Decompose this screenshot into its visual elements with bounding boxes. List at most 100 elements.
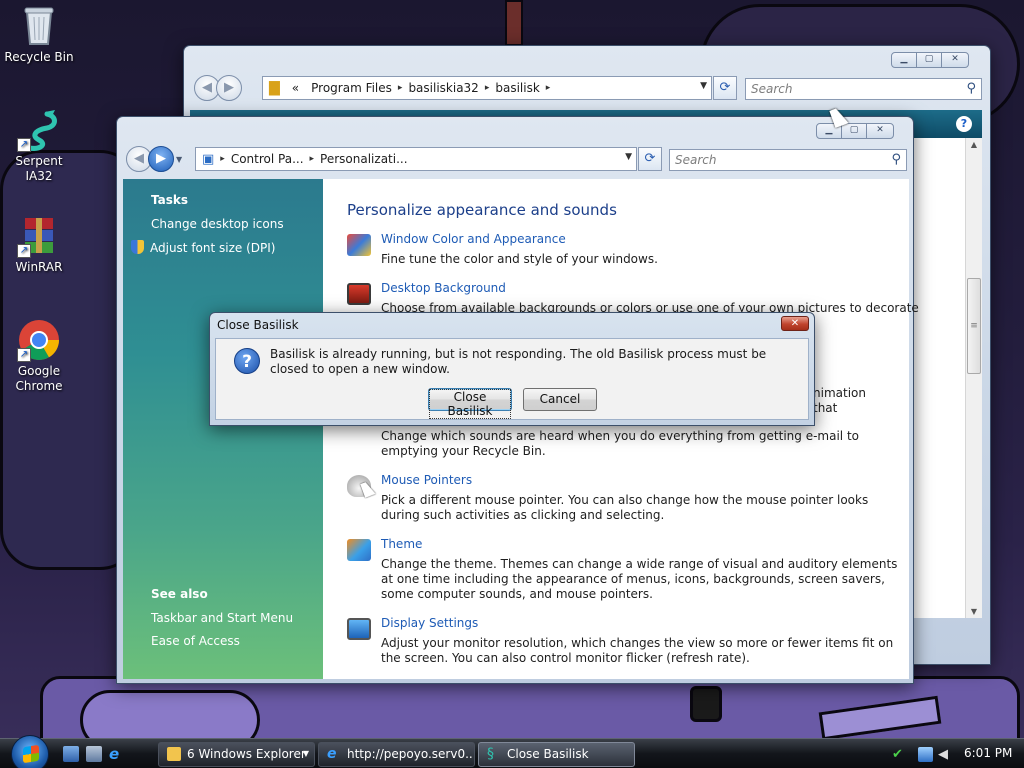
scroll-thumb[interactable]: ≡ <box>967 278 981 374</box>
window-caption-buttons: ▁ ▢ ✕ <box>891 52 969 68</box>
tasks-heading: Tasks <box>151 193 189 207</box>
desktop-icon-recycle-bin[interactable]: Recycle Bin <box>1 4 77 65</box>
network-icon[interactable] <box>918 747 933 762</box>
start-button[interactable] <box>11 735 49 768</box>
breadcrumb-program-files[interactable]: Program Files <box>305 81 398 95</box>
close-button[interactable]: ✕ <box>941 52 969 68</box>
search-placeholder: Search <box>751 82 793 96</box>
task-change-desktop-icons[interactable]: Change desktop icons <box>151 217 311 231</box>
serpent-icon: § <box>487 746 494 762</box>
clock[interactable]: 6:01 PM <box>964 746 1012 760</box>
dialog-title: Close Basilisk <box>217 318 299 332</box>
internet-explorer-icon[interactable]: e <box>109 746 125 762</box>
link-desktop-background[interactable]: Desktop Background <box>381 281 506 295</box>
link-window-color-appearance[interactable]: Window Color and Appearance <box>381 232 566 246</box>
breadcrumb-basilisk[interactable]: basilisk <box>489 81 545 95</box>
link-theme[interactable]: Theme <box>381 537 422 551</box>
scroll-down-arrow[interactable]: ▼ <box>966 607 982 616</box>
volume-icon[interactable]: ◀ <box>938 747 953 762</box>
button-label: Cancel <box>539 392 581 406</box>
theme-icon <box>347 539 371 561</box>
search-icon[interactable]: ⚲ <box>966 79 976 99</box>
page-title: Personalize appearance and sounds <box>347 201 617 219</box>
chevron-down-icon[interactable]: ▼ <box>625 152 632 162</box>
close-button[interactable]: ✕ <box>866 123 894 139</box>
task-pane: Tasks Change desktop icons Adjust font s… <box>123 179 323 679</box>
nav-buttons: ◀ ▶ <box>194 75 242 101</box>
serpent-icon: ↗ <box>17 108 61 152</box>
item-description: Change which sounds are heard when you d… <box>381 429 859 458</box>
maximize-button[interactable]: ▢ <box>841 123 867 139</box>
switch-windows-icon[interactable] <box>86 746 102 762</box>
taskbar-button-label: Close Basilisk <box>507 747 589 761</box>
chevron-right-icon[interactable]: ▸ <box>546 83 551 93</box>
task-label: Adjust font size (DPI) <box>150 241 276 255</box>
address-overflow[interactable]: « <box>286 81 305 95</box>
folder-icon <box>167 747 181 761</box>
search-input[interactable]: Search ⚲ <box>669 149 907 171</box>
button-label: Close Basilisk <box>429 389 511 419</box>
show-desktop-icon[interactable] <box>63 746 79 762</box>
dialog-message: Basilisk is already running, but is not … <box>270 347 767 376</box>
desktop-icon-label: Recycle Bin <box>4 50 74 64</box>
security-check-icon[interactable]: ✔ <box>892 747 907 762</box>
cancel-button[interactable]: Cancel <box>523 388 597 411</box>
maximize-button[interactable]: ▢ <box>916 52 942 68</box>
breadcrumb-basiliskia32[interactable]: basiliskia32 <box>402 81 484 95</box>
see-also-ease-of-access[interactable]: Ease of Access <box>151 634 293 648</box>
search-icon[interactable]: ⚲ <box>891 150 901 170</box>
refresh-button[interactable]: ⟳ <box>713 76 737 100</box>
search-input[interactable]: Search ⚲ <box>745 78 982 100</box>
history-dropdown-icon[interactable]: ▼ <box>176 155 182 164</box>
dialog-close-button[interactable]: ✕ <box>781 316 809 331</box>
wallpaper-shape <box>690 686 722 722</box>
item-description: Adjust your monitor resolution, which ch… <box>381 636 894 665</box>
taskbar-button-windows-explorer[interactable]: 6 Windows Explorer ▼ <box>158 742 315 767</box>
shortcut-arrow-icon: ↗ <box>17 244 31 258</box>
winrar-icon: ↗ <box>17 214 61 258</box>
refresh-button[interactable]: ⟳ <box>638 147 662 171</box>
scroll-up-arrow[interactable]: ▲ <box>966 140 982 149</box>
item-description: Pick a different mouse pointer. You can … <box>381 493 869 522</box>
desktop-icon-google-chrome[interactable]: ↗ Google Chrome <box>1 318 77 394</box>
taskbar-button-browser[interactable]: e http://pepoyo.serv0... <box>318 742 475 767</box>
recycle-bin-icon <box>17 4 61 48</box>
forward-button[interactable]: ▶ <box>148 146 174 172</box>
link-display-settings[interactable]: Display Settings <box>381 616 478 630</box>
item-description: Fine tune the color and style of your wi… <box>381 252 658 266</box>
chevron-down-icon: ▼ <box>302 749 309 758</box>
question-icon: ? <box>234 348 260 374</box>
uac-shield-icon <box>131 240 144 254</box>
search-placeholder: Search <box>675 153 717 167</box>
desktop-icon-serpent[interactable]: ↗ Serpent IA32 <box>1 108 77 184</box>
address-bar[interactable]: ▣ ▸ Control Pa... ▸ Personalizati... ▼ <box>195 147 637 171</box>
folder-icon: ▇ <box>269 80 280 96</box>
item-description-partial: nimation that <box>813 386 866 415</box>
see-also-section: See also Taskbar and Start Menu Ease of … <box>151 587 293 657</box>
address-bar[interactable]: ▇ « Program Files ▸ basiliskia32 ▸ basil… <box>262 76 712 100</box>
see-also-taskbar-start-menu[interactable]: Taskbar and Start Menu <box>151 611 293 625</box>
forward-button[interactable]: ▶ <box>216 75 242 101</box>
window-color-icon <box>347 234 371 256</box>
taskbar-button-label: 6 Windows Explorer <box>187 747 306 761</box>
close-basilisk-button[interactable]: Close Basilisk <box>428 388 512 419</box>
link-mouse-pointers[interactable]: Mouse Pointers <box>381 473 472 487</box>
desktop-icon-winrar[interactable]: ↗ WinRAR <box>1 214 77 275</box>
minimize-button[interactable]: ▁ <box>891 52 917 68</box>
chevron-down-icon[interactable]: ▼ <box>700 81 707 91</box>
see-also-heading: See also <box>151 587 208 601</box>
task-adjust-font-size[interactable]: Adjust font size (DPI) <box>131 240 311 255</box>
breadcrumb-personalization[interactable]: Personalizati... <box>314 152 413 166</box>
taskbar-button-close-basilisk[interactable]: § Close Basilisk <box>478 742 635 767</box>
help-icon[interactable]: ? <box>956 116 972 132</box>
breadcrumb-control-panel[interactable]: Control Pa... <box>225 152 310 166</box>
content-pane: Personalize appearance and sounds Window… <box>347 179 921 679</box>
window-caption-buttons: ▁ ▢ ✕ <box>816 123 894 139</box>
desktop-icon-label: Serpent IA32 <box>15 154 63 183</box>
system-tray: ✔ ◀ 6:01 PM <box>886 741 1024 768</box>
vertical-scrollbar[interactable]: ▲ ≡ ▼ <box>965 138 982 618</box>
shortcut-arrow-icon: ↗ <box>17 348 31 362</box>
desktop-icon-label: Google Chrome <box>15 364 63 393</box>
close-basilisk-dialog[interactable]: Close Basilisk ✕ ? Basilisk is already r… <box>209 312 815 426</box>
item-description: Change the theme. Themes can change a wi… <box>381 557 898 601</box>
